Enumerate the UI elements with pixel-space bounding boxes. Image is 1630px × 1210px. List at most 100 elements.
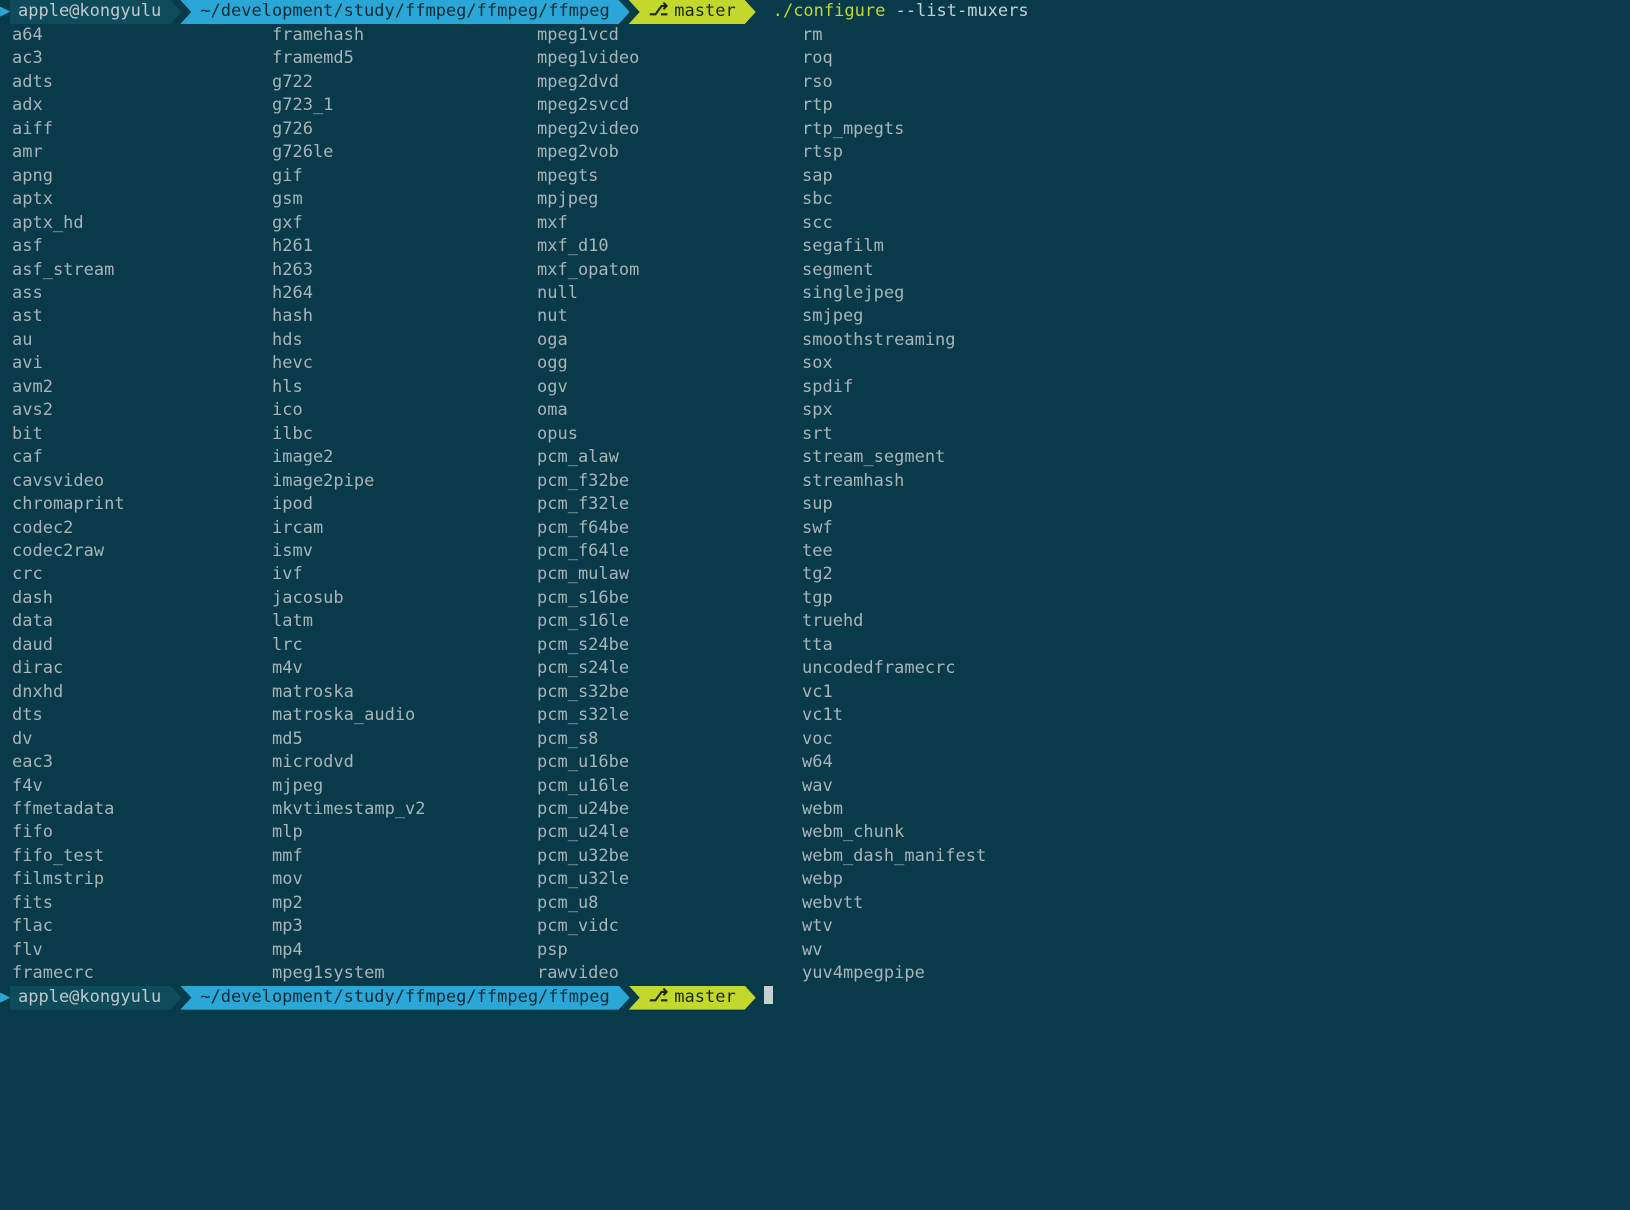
muxer-name: framehash bbox=[272, 24, 537, 47]
muxer-name: aptx_hd bbox=[12, 212, 272, 235]
muxer-name: dnxhd bbox=[12, 681, 272, 704]
muxer-name: mov bbox=[272, 868, 537, 891]
muxer-name: lrc bbox=[272, 634, 537, 657]
prompt-user: apple@kongyulu bbox=[18, 0, 161, 23]
muxer-name: md5 bbox=[272, 728, 537, 751]
muxer-name: cavsvideo bbox=[12, 470, 272, 493]
muxer-name: dash bbox=[12, 587, 272, 610]
muxer-name: jacosub bbox=[272, 587, 537, 610]
muxer-name: segafilm bbox=[802, 235, 1270, 258]
muxer-name: mpegts bbox=[537, 165, 802, 188]
muxer-name: asf_stream bbox=[12, 259, 272, 282]
muxer-name: filmstrip bbox=[12, 868, 272, 891]
muxer-name: mjpeg bbox=[272, 775, 537, 798]
muxer-name: mkvtimestamp_v2 bbox=[272, 798, 537, 821]
muxer-name: pcm_s8 bbox=[537, 728, 802, 751]
muxer-name: uncodedframecrc bbox=[802, 657, 1270, 680]
muxer-name: mlp bbox=[272, 821, 537, 844]
muxer-name: g723_1 bbox=[272, 94, 537, 117]
muxer-name: pcm_vidc bbox=[537, 915, 802, 938]
muxer-name: oma bbox=[537, 399, 802, 422]
terminal[interactable]: ▶ apple@kongyulu ~/development/study/ffm… bbox=[0, 0, 1270, 1010]
muxer-name: vc1 bbox=[802, 681, 1270, 704]
muxer-name: voc bbox=[802, 728, 1270, 751]
muxer-name: fifo bbox=[12, 821, 272, 844]
muxer-name: spdif bbox=[802, 376, 1270, 399]
muxer-name: pcm_s16le bbox=[537, 610, 802, 633]
prompt-branch: master bbox=[674, 0, 735, 23]
muxer-name: pcm_mulaw bbox=[537, 563, 802, 586]
muxer-name: mmf bbox=[272, 845, 537, 868]
git-branch-icon: ⎇ bbox=[649, 0, 669, 23]
command-binary: ./configure bbox=[773, 0, 886, 23]
muxer-name: flac bbox=[12, 915, 272, 938]
muxer-name: mpeg2vob bbox=[537, 141, 802, 164]
muxer-name: webp bbox=[802, 868, 1270, 891]
muxer-name: fits bbox=[12, 892, 272, 915]
muxer-name: pcm_s24be bbox=[537, 634, 802, 657]
muxer-name: aiff bbox=[12, 118, 272, 141]
muxer-name: tg2 bbox=[802, 563, 1270, 586]
muxer-name: image2pipe bbox=[272, 470, 537, 493]
muxer-name: swf bbox=[802, 517, 1270, 540]
muxer-name: mpeg2dvd bbox=[537, 71, 802, 94]
muxer-name: ipod bbox=[272, 493, 537, 516]
muxer-name: fifo_test bbox=[12, 845, 272, 868]
prompt-user-segment: apple@kongyulu bbox=[10, 0, 181, 24]
muxer-name: rtp_mpegts bbox=[802, 118, 1270, 141]
muxer-name: tee bbox=[802, 540, 1270, 563]
muxer-name: framecrc bbox=[12, 962, 272, 985]
muxer-name: wv bbox=[802, 939, 1270, 962]
muxer-name: daud bbox=[12, 634, 272, 657]
muxer-name: pcm_s32le bbox=[537, 704, 802, 727]
muxer-name: avs2 bbox=[12, 399, 272, 422]
muxer-name: hevc bbox=[272, 352, 537, 375]
muxer-name: wtv bbox=[802, 915, 1270, 938]
muxer-name: ilbc bbox=[272, 423, 537, 446]
muxer-name: microdvd bbox=[272, 751, 537, 774]
muxer-name: webvtt bbox=[802, 892, 1270, 915]
prompt-path-segment: ~/development/study/ffmpeg/ffmpeg/ffmpeg bbox=[180, 0, 629, 24]
muxer-name: framemd5 bbox=[272, 47, 537, 70]
muxer-name: ogg bbox=[537, 352, 802, 375]
muxer-name: ass bbox=[12, 282, 272, 305]
muxer-name: pcm_f64be bbox=[537, 517, 802, 540]
prompt-branch: master bbox=[674, 986, 735, 1009]
muxer-name: pcm_s32be bbox=[537, 681, 802, 704]
muxer-name: webm_chunk bbox=[802, 821, 1270, 844]
muxer-name: dirac bbox=[12, 657, 272, 680]
command-output: a64framehashmpeg1vcdrmac3framemd5mpeg1vi… bbox=[0, 24, 1270, 986]
muxer-name: oga bbox=[537, 329, 802, 352]
prompt-branch-segment: ⎇ master bbox=[629, 986, 756, 1010]
muxer-name: mp2 bbox=[272, 892, 537, 915]
chevron-right-icon: ▶ bbox=[0, 0, 10, 24]
muxer-name: pcm_u32le bbox=[537, 868, 802, 891]
muxer-name: amr bbox=[12, 141, 272, 164]
muxer-name: gsm bbox=[272, 188, 537, 211]
muxer-name: mpeg2svcd bbox=[537, 94, 802, 117]
muxer-name: sap bbox=[802, 165, 1270, 188]
muxer-name: mxf_d10 bbox=[537, 235, 802, 258]
muxer-name: ircam bbox=[272, 517, 537, 540]
muxer-name: gif bbox=[272, 165, 537, 188]
muxer-name: pcm_u16be bbox=[537, 751, 802, 774]
muxer-name: flv bbox=[12, 939, 272, 962]
muxer-name: smjpeg bbox=[802, 305, 1270, 328]
muxer-name: rm bbox=[802, 24, 1270, 47]
muxer-name: mp4 bbox=[272, 939, 537, 962]
prompt-line-2[interactable]: ▶ apple@kongyulu ~/development/study/ffm… bbox=[0, 986, 1270, 1010]
muxer-name: hls bbox=[272, 376, 537, 399]
muxer-name: asf bbox=[12, 235, 272, 258]
muxer-name: sbc bbox=[802, 188, 1270, 211]
muxer-name: streamhash bbox=[802, 470, 1270, 493]
muxer-name: yuv4mpegpipe bbox=[802, 962, 1270, 985]
muxer-name: hash bbox=[272, 305, 537, 328]
muxer-name: srt bbox=[802, 423, 1270, 446]
muxer-name: mpeg1vcd bbox=[537, 24, 802, 47]
muxer-name: ogv bbox=[537, 376, 802, 399]
muxer-name: apng bbox=[12, 165, 272, 188]
muxer-name: codec2 bbox=[12, 517, 272, 540]
muxer-name: pcm_alaw bbox=[537, 446, 802, 469]
muxer-name: roq bbox=[802, 47, 1270, 70]
muxer-name: truehd bbox=[802, 610, 1270, 633]
